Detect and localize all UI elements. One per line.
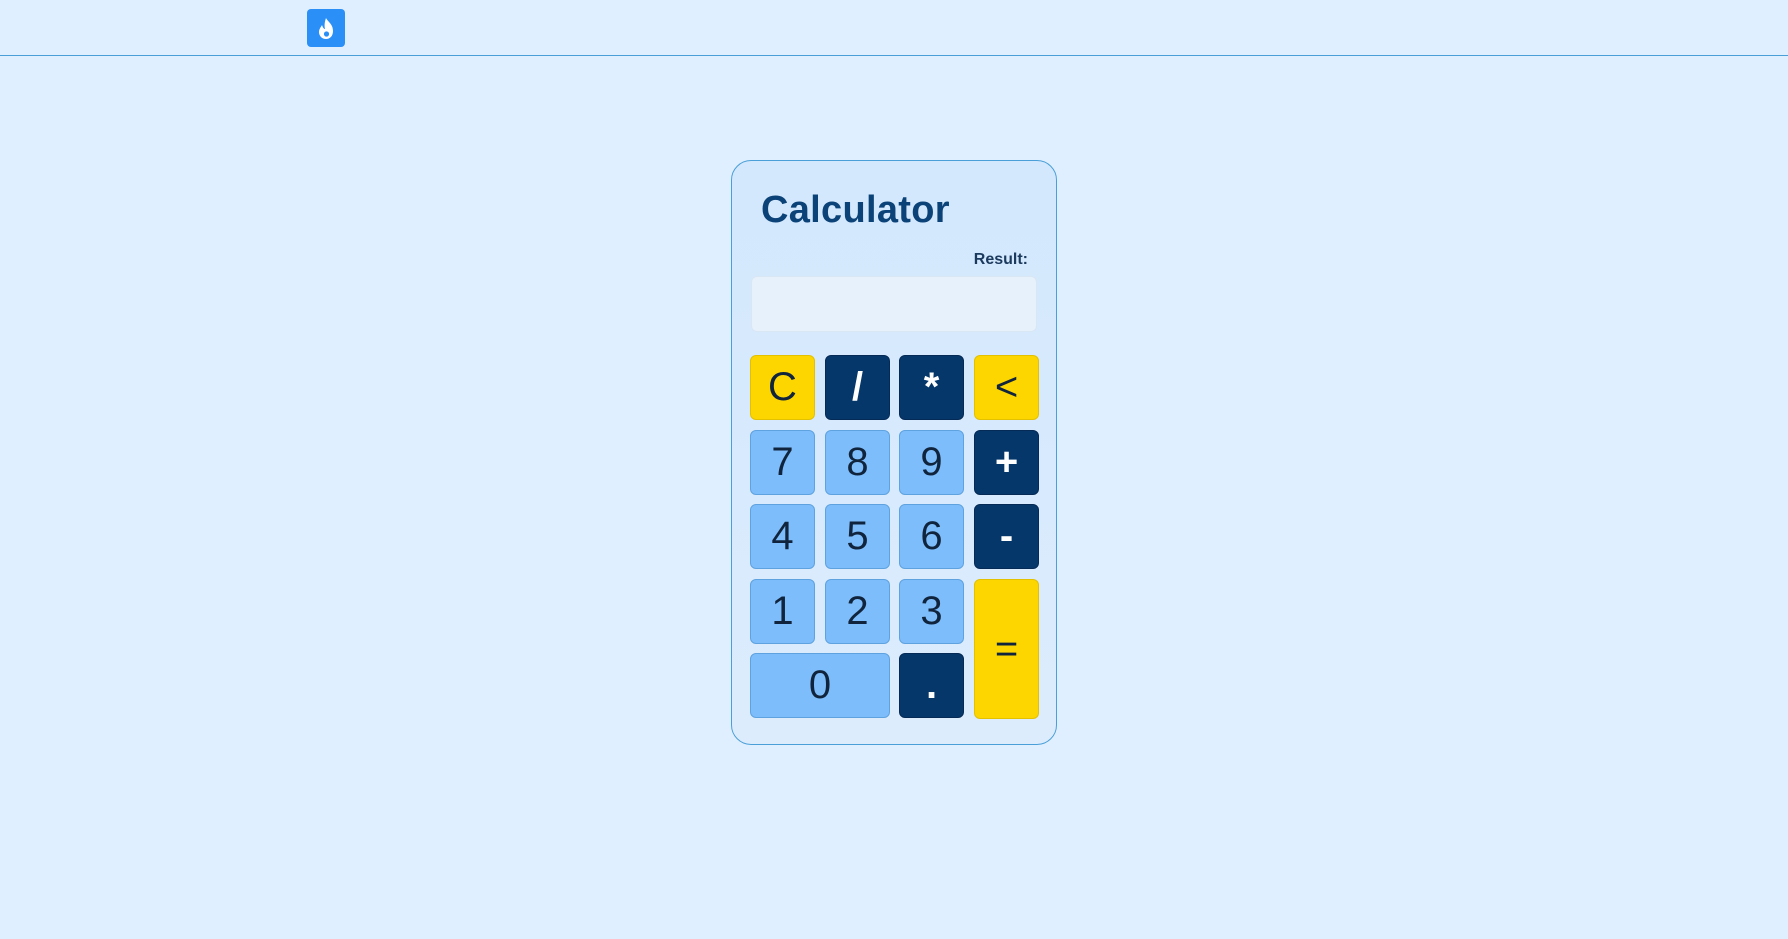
digit-3-button[interactable]: 3 — [899, 579, 964, 644]
calculator-title: Calculator — [761, 189, 950, 231]
backspace-button[interactable]: < — [974, 355, 1039, 420]
decimal-button[interactable]: . — [899, 653, 964, 718]
divide-button[interactable]: / — [825, 355, 890, 420]
calculator-panel: Calculator Result: C / * < 7 8 9 + 4 5 6… — [731, 160, 1057, 745]
equals-button[interactable]: = — [974, 579, 1039, 719]
multiply-button[interactable]: * — [899, 355, 964, 420]
digit-9-button[interactable]: 9 — [899, 430, 964, 495]
plus-button[interactable]: + — [974, 430, 1039, 495]
digit-2-button[interactable]: 2 — [825, 579, 890, 644]
clear-button[interactable]: C — [750, 355, 815, 420]
result-display[interactable] — [751, 276, 1037, 332]
app-logo[interactable] — [307, 9, 345, 47]
flame-icon — [319, 18, 333, 39]
top-nav-bar — [0, 0, 1788, 56]
digit-6-button[interactable]: 6 — [899, 504, 964, 569]
digit-1-button[interactable]: 1 — [750, 579, 815, 644]
result-label: Result: — [973, 251, 1028, 268]
digit-5-button[interactable]: 5 — [825, 504, 890, 569]
digit-4-button[interactable]: 4 — [750, 504, 815, 569]
digit-8-button[interactable]: 8 — [825, 430, 890, 495]
minus-button[interactable]: - — [974, 504, 1039, 569]
digit-7-button[interactable]: 7 — [750, 430, 815, 495]
digit-0-button[interactable]: 0 — [750, 653, 890, 718]
